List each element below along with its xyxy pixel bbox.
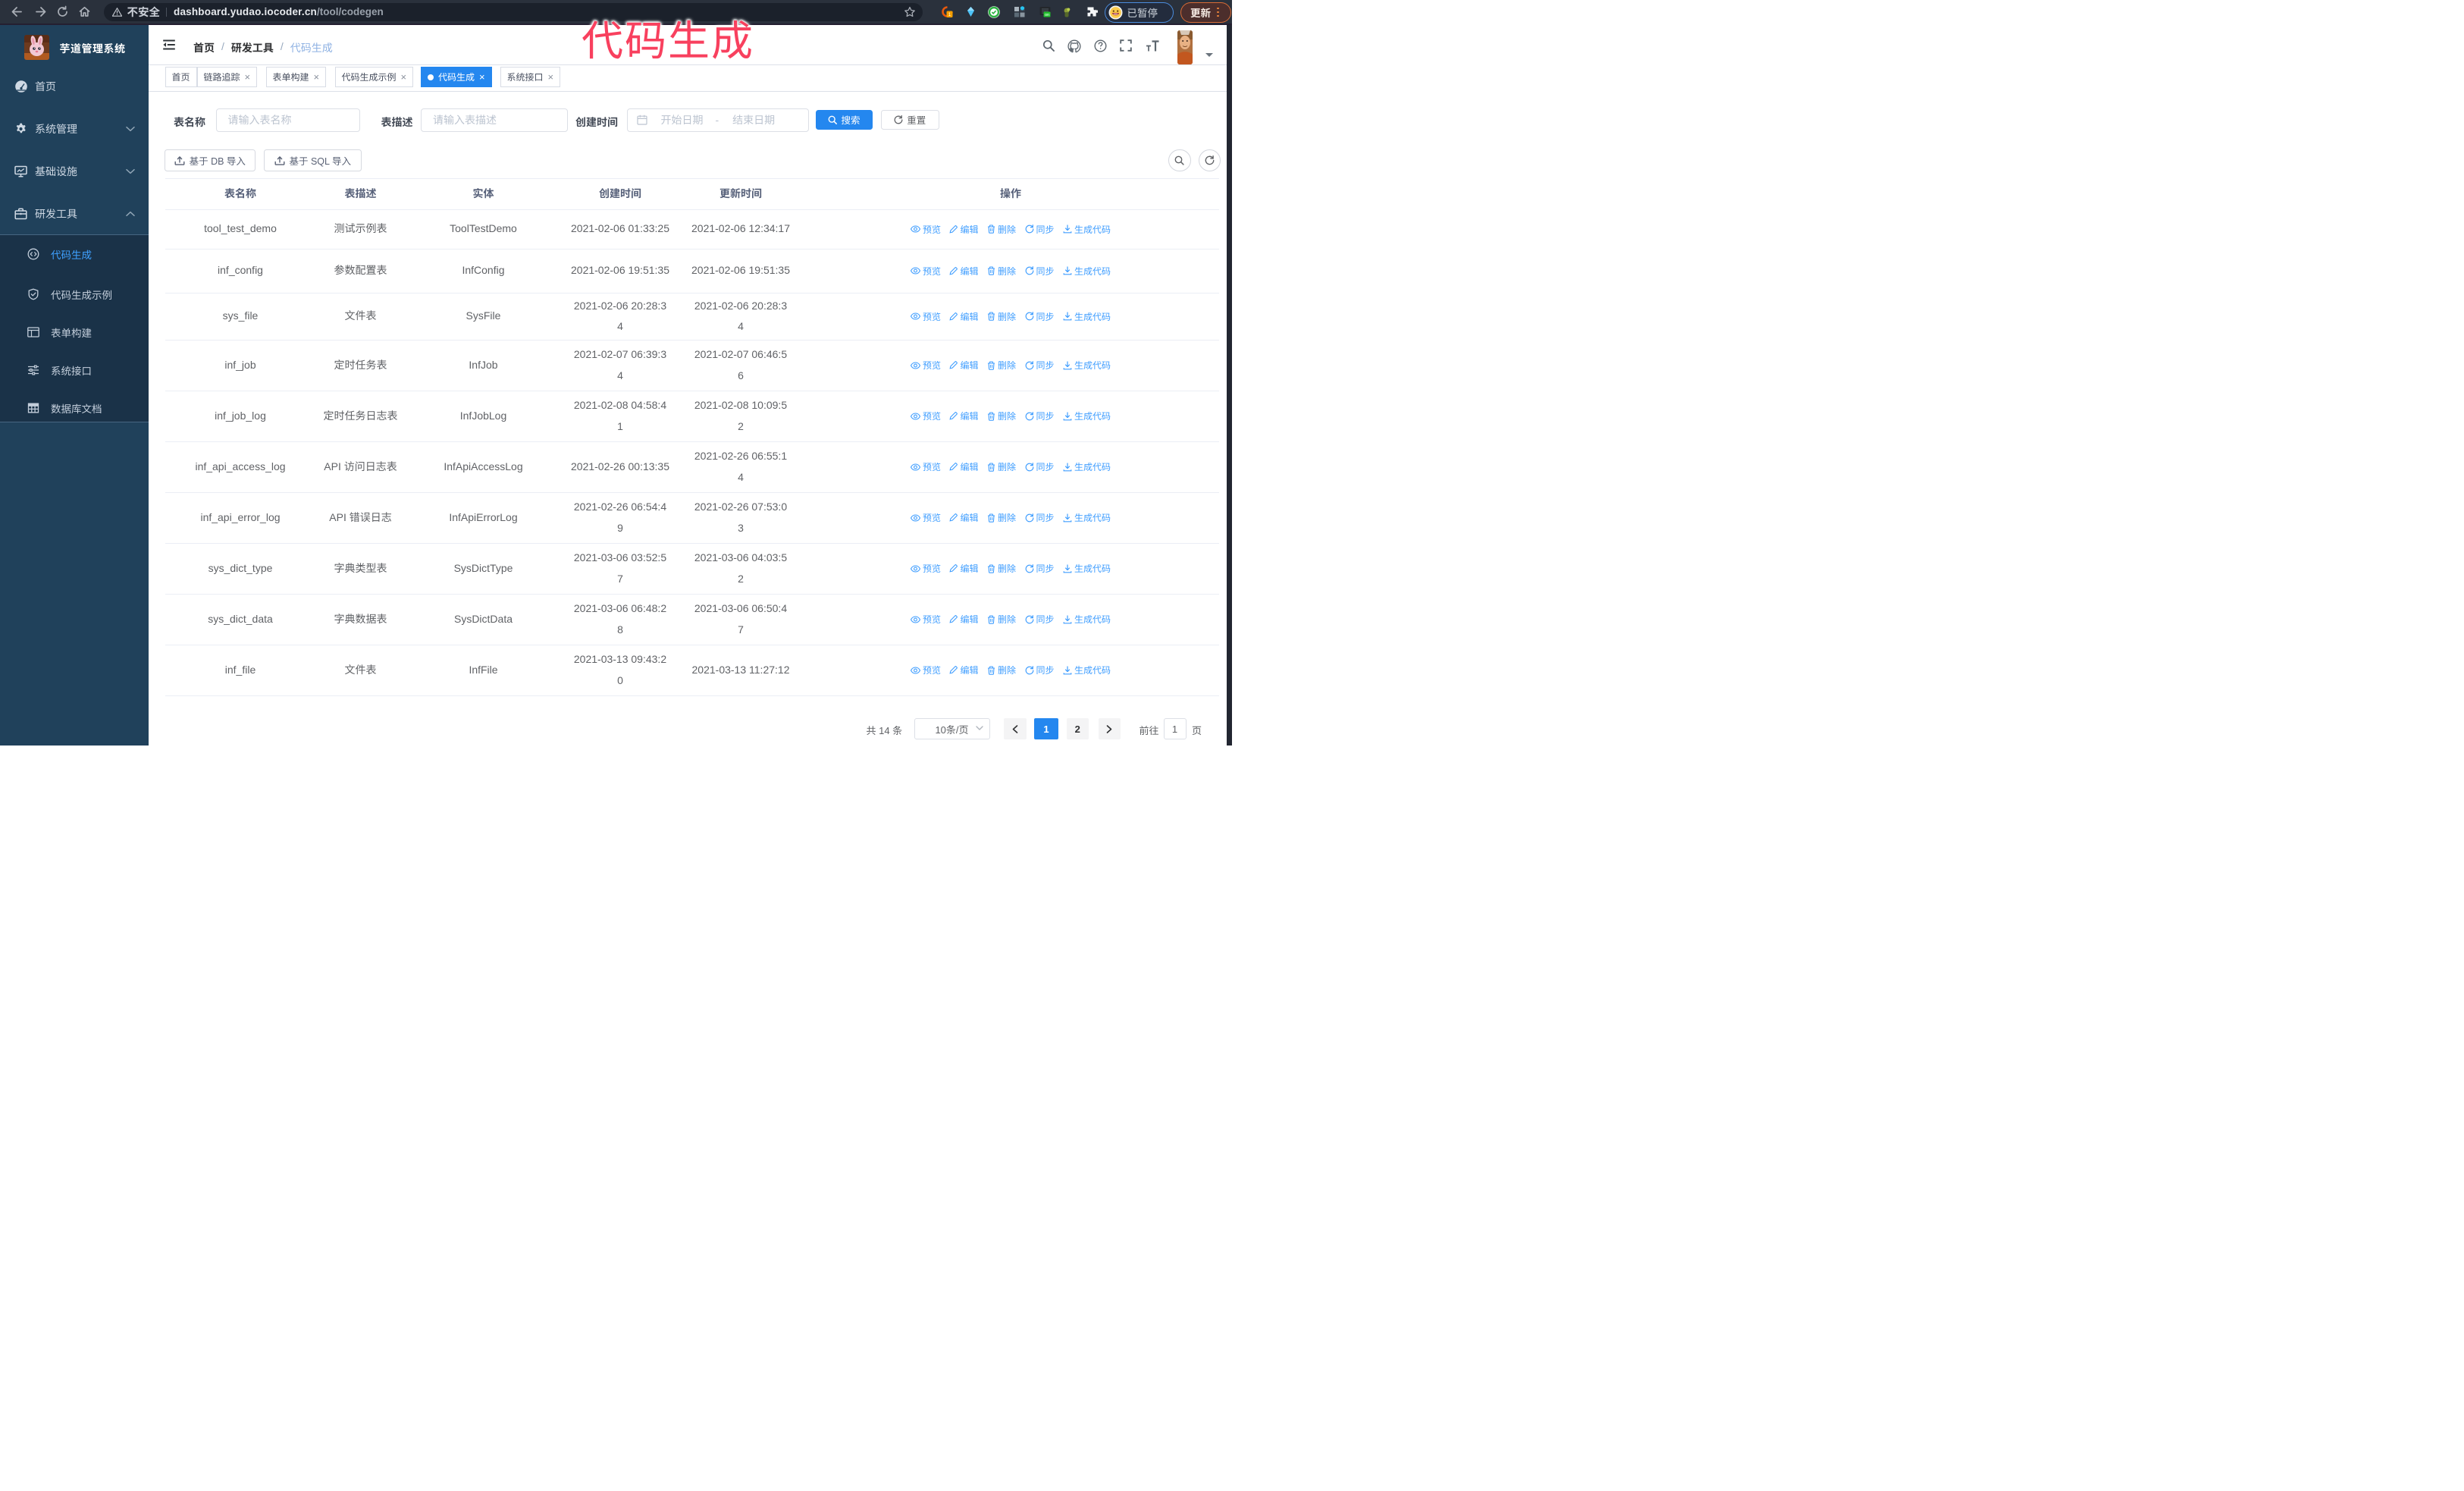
svg-text:on: on [1044, 13, 1049, 17]
